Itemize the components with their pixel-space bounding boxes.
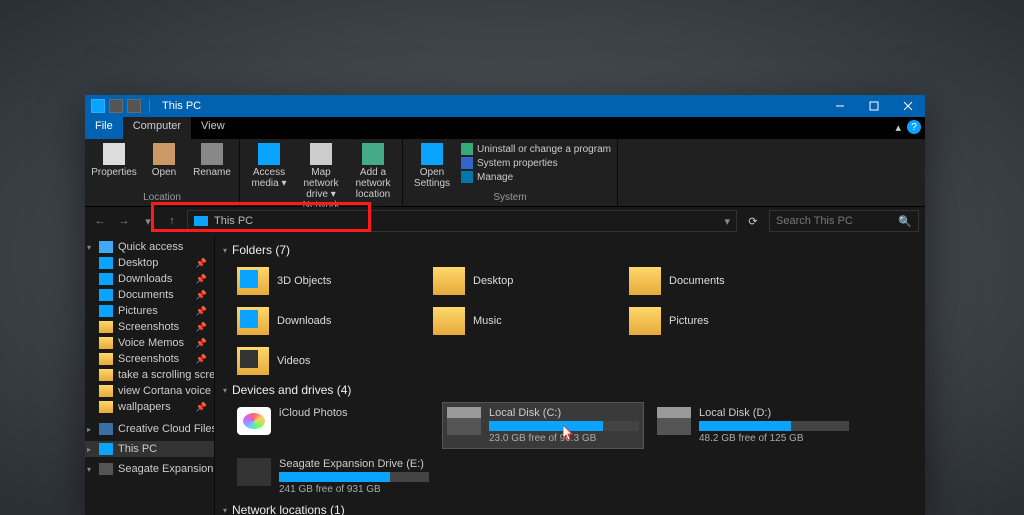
sidebar-item[interactable]: Screenshots📌 bbox=[85, 319, 214, 335]
forward-button[interactable]: → bbox=[115, 212, 133, 230]
address-bar[interactable]: This PC ▾ bbox=[187, 210, 737, 232]
collapse-ribbon-icon[interactable]: ▴ bbox=[895, 121, 901, 134]
maximize-button[interactable] bbox=[857, 95, 891, 117]
recent-button[interactable]: ▾ bbox=[139, 212, 157, 230]
sidebar-item[interactable]: view Cortana voice📌 bbox=[85, 383, 214, 399]
uninstall-button[interactable]: Uninstall or change a program bbox=[461, 143, 611, 155]
folder-item[interactable]: 3D Objects bbox=[233, 263, 413, 299]
tab-file[interactable]: File bbox=[85, 117, 123, 139]
titlebar[interactable]: This PC bbox=[85, 95, 925, 117]
ribbon-group-system: Open Settings Uninstall or change a prog… bbox=[403, 139, 618, 206]
drive-item[interactable]: iCloud Photos bbox=[233, 403, 433, 448]
folder-item[interactable]: Videos bbox=[233, 343, 413, 379]
add-network-location-button[interactable]: Add a network location bbox=[350, 141, 396, 200]
sidebar-this-pc[interactable]: ▸This PC bbox=[85, 441, 214, 457]
sidebar-quick-access[interactable]: ▾Quick access bbox=[85, 239, 214, 255]
tab-view[interactable]: View bbox=[191, 117, 235, 139]
sidebar-item[interactable]: wallpapers📌 bbox=[85, 399, 214, 415]
section-folders[interactable]: ▾Folders (7) bbox=[223, 239, 917, 263]
back-button[interactable]: ← bbox=[91, 212, 109, 230]
folder-item[interactable]: Desktop bbox=[429, 263, 609, 299]
window-title: This PC bbox=[158, 100, 201, 112]
content-pane: ▾Folders (7) 3D Objects Desktop Document… bbox=[215, 235, 925, 515]
access-media-button[interactable]: Access media ▾ bbox=[246, 141, 292, 189]
refresh-button[interactable]: ⟳ bbox=[743, 215, 763, 228]
icloud-photos-icon bbox=[237, 407, 271, 435]
disk-icon bbox=[237, 458, 271, 486]
sidebar-creative-cloud[interactable]: ▸Creative Cloud Files bbox=[85, 421, 214, 437]
file-explorer-window: This PC File Computer View ▴ ? Propertie… bbox=[85, 95, 925, 515]
ribbon-tabs: File Computer View ▴ ? bbox=[85, 117, 925, 139]
disk-icon bbox=[657, 407, 691, 435]
folder-item[interactable]: Music bbox=[429, 303, 609, 339]
search-icon: 🔍 bbox=[898, 215, 912, 228]
sidebar-item[interactable]: Downloads📌 bbox=[85, 271, 214, 287]
open-button[interactable]: Open bbox=[143, 141, 185, 178]
sidebar-item[interactable]: Pictures📌 bbox=[85, 303, 214, 319]
navbar: ← → ▾ ↑ This PC ▾ ⟳ Search This PC 🔍 bbox=[85, 207, 925, 235]
ribbon-group-network: Access media ▾ Map network drive ▾ Add a… bbox=[240, 139, 403, 206]
sidebar-item[interactable]: Screenshots📌 bbox=[85, 351, 214, 367]
folder-item[interactable]: Pictures bbox=[625, 303, 805, 339]
sidebar-item[interactable]: Documents📌 bbox=[85, 287, 214, 303]
section-drives[interactable]: ▾Devices and drives (4) bbox=[223, 379, 917, 403]
sidebar-item[interactable]: Desktop📌 bbox=[85, 255, 214, 271]
address-text: This PC bbox=[214, 215, 253, 227]
search-placeholder: Search This PC bbox=[776, 215, 853, 227]
ribbon-group-location: Properties Open Rename Location bbox=[85, 139, 240, 206]
pc-icon bbox=[194, 216, 208, 226]
sidebar-seagate[interactable]: ▾Seagate Expansion Dr bbox=[85, 461, 214, 477]
drive-item-seagate[interactable]: Seagate Expansion Drive (E:) 241 GB free… bbox=[233, 454, 433, 499]
section-network[interactable]: ▾Network locations (1) bbox=[223, 499, 917, 515]
map-network-drive-button[interactable]: Map network drive ▾ bbox=[298, 141, 344, 200]
sidebar-item[interactable]: Voice Memos📌 bbox=[85, 335, 214, 351]
qat-icon[interactable] bbox=[127, 99, 141, 113]
address-dropdown-icon[interactable]: ▾ bbox=[724, 215, 730, 228]
sidebar-item[interactable]: take a scrolling scre📌 bbox=[85, 367, 214, 383]
disk-icon bbox=[447, 407, 481, 435]
up-button[interactable]: ↑ bbox=[163, 212, 181, 230]
system-properties-button[interactable]: System properties bbox=[461, 157, 611, 169]
sidebar: ▾Quick access Desktop📌 Downloads📌 Docume… bbox=[85, 235, 215, 515]
search-box[interactable]: Search This PC 🔍 bbox=[769, 210, 919, 232]
rename-button[interactable]: Rename bbox=[191, 141, 233, 178]
properties-button[interactable]: Properties bbox=[91, 141, 137, 178]
drive-item-local-c[interactable]: Local Disk (C:) 23.0 GB free of 96.3 GB bbox=[443, 403, 643, 448]
open-settings-button[interactable]: Open Settings bbox=[409, 141, 455, 189]
app-icon bbox=[91, 99, 105, 113]
folder-item[interactable]: Documents bbox=[625, 263, 805, 299]
minimize-button[interactable] bbox=[823, 95, 857, 117]
close-button[interactable] bbox=[891, 95, 925, 117]
folder-item[interactable]: Downloads bbox=[233, 303, 413, 339]
qat-icon[interactable] bbox=[109, 99, 123, 113]
help-icon[interactable]: ? bbox=[907, 120, 921, 134]
tab-computer[interactable]: Computer bbox=[123, 117, 191, 139]
ribbon: Properties Open Rename Location Access m… bbox=[85, 139, 925, 207]
drive-item-local-d[interactable]: Local Disk (D:) 48.2 GB free of 125 GB bbox=[653, 403, 853, 448]
manage-button[interactable]: Manage bbox=[461, 171, 611, 183]
